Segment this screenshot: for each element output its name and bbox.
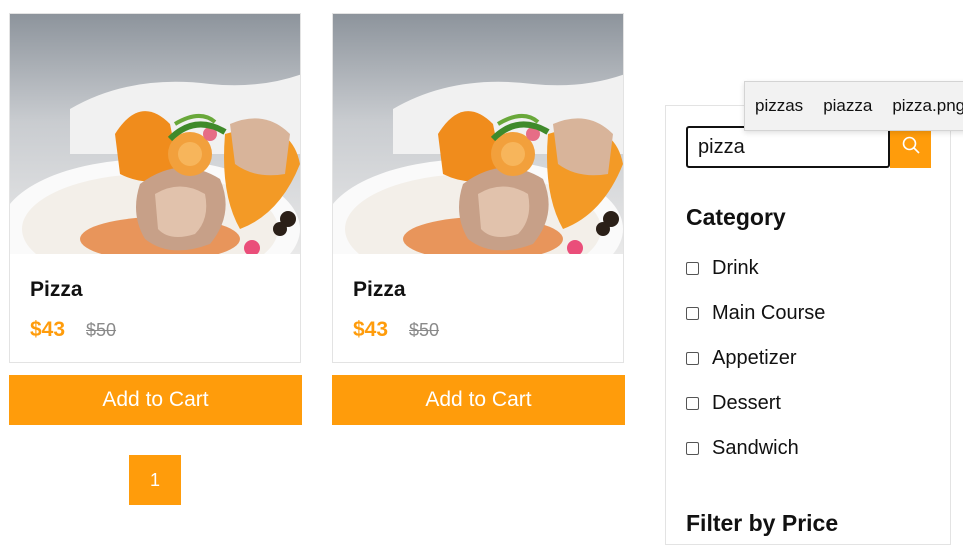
category-title: Category — [686, 204, 786, 230]
category-item-main-course[interactable]: Main Course — [686, 299, 825, 327]
product-card[interactable]: Pizza $43 $50 — [332, 13, 624, 363]
category-checkbox[interactable] — [686, 261, 699, 275]
search-button[interactable] — [890, 126, 931, 168]
add-to-cart-button[interactable]: Add to Cart — [332, 375, 625, 425]
product-old-price: $50 — [409, 320, 440, 340]
product-image[interactable] — [10, 14, 300, 254]
search-input[interactable] — [686, 126, 890, 168]
category-label: Appetizer — [712, 346, 797, 369]
category-label: Sandwich — [712, 436, 799, 459]
category-checkbox[interactable] — [686, 396, 699, 410]
add-to-cart-button[interactable]: Add to Cart — [9, 375, 302, 425]
product-price: $43 — [30, 318, 66, 341]
category-item-sandwich[interactable]: Sandwich — [686, 434, 799, 462]
sidebar: Category Drink Main Course Appetizer Des… — [665, 105, 951, 545]
product-card[interactable]: Pizza $43 $50 — [9, 13, 301, 363]
suggestion-item[interactable]: pizza.png — [882, 96, 963, 116]
product-price: $43 — [353, 318, 389, 341]
category-checkbox[interactable] — [686, 306, 699, 320]
category-checkbox[interactable] — [686, 351, 699, 365]
category-label: Main Course — [712, 301, 826, 324]
pagination-page-button[interactable]: 1 — [129, 455, 181, 505]
suggestion-item[interactable]: pizzas — [745, 96, 813, 116]
product-name[interactable]: Pizza — [30, 278, 83, 302]
category-item-dessert[interactable]: Dessert — [686, 389, 781, 417]
category-item-appetizer[interactable]: Appetizer — [686, 344, 797, 372]
suggestion-item[interactable]: piazza — [813, 96, 882, 116]
search-icon — [901, 135, 921, 160]
product-old-price: $50 — [86, 320, 117, 340]
autocomplete-suggestions: pizzas piazza pizza.png — [744, 81, 963, 131]
product-name[interactable]: Pizza — [353, 278, 406, 302]
product-image[interactable] — [333, 14, 623, 254]
category-label: Drink — [712, 256, 759, 279]
category-item-drink[interactable]: Drink — [686, 254, 759, 282]
category-checkbox[interactable] — [686, 441, 699, 455]
category-label: Dessert — [712, 391, 781, 414]
